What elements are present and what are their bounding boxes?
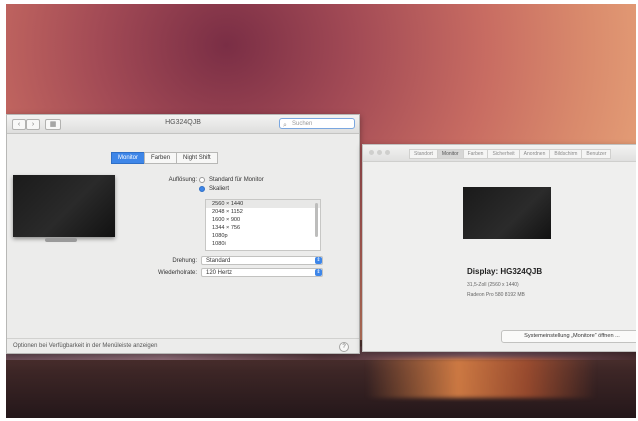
- display-info-window: Standort Monitor Farben Sicherheit Anord…: [362, 144, 636, 352]
- tab-bildschirm[interactable]: Bildschirm: [549, 149, 583, 159]
- popup-arrows-icon: ⇕: [315, 257, 322, 264]
- resolution-item[interactable]: 1080i: [206, 240, 320, 248]
- window-status-bar: Optionen bei Verfügbarkeit in der Menüle…: [7, 338, 359, 353]
- tab-benutzer[interactable]: Benutzer: [581, 149, 612, 159]
- toolbar-tabs: Standort Monitor Farben Sicherheit Anord…: [409, 149, 612, 159]
- resolution-scrollbar[interactable]: [315, 203, 318, 237]
- aufloesung-label: Auflösung:: [168, 177, 197, 183]
- radio-standard[interactable]: [199, 177, 205, 183]
- monitor-stand: [45, 238, 77, 242]
- sunlight-streak: [366, 358, 596, 398]
- resolution-item[interactable]: 2560 × 1440: [206, 200, 320, 208]
- display-resolution: 31,5-Zoll (2560 x 1440): [467, 282, 519, 288]
- drehung-popup[interactable]: Standard ⇕: [201, 256, 323, 265]
- close-button[interactable]: [369, 150, 374, 155]
- radio-standard-label: Standard für Monitor: [209, 177, 264, 183]
- wiederholrate-label: Wiederholrate:: [157, 270, 197, 276]
- resolution-item[interactable]: 1344 × 756: [206, 224, 320, 232]
- search-icon: ⌕: [283, 122, 287, 129]
- tab-monitor[interactable]: Monitor: [436, 149, 464, 159]
- tab-bar: Monitor Farben Night Shift: [111, 152, 218, 164]
- help-button[interactable]: ?: [339, 342, 349, 352]
- resolution-item[interactable]: 1080p: [206, 232, 320, 240]
- wiederholrate-value: 120 Hertz: [206, 270, 233, 276]
- tab-night-shift[interactable]: Night Shift: [176, 152, 218, 164]
- tab-anordnen[interactable]: Anordnen: [518, 149, 551, 159]
- tab-monitor[interactable]: Monitor: [111, 152, 146, 164]
- tab-standort[interactable]: Standort: [409, 149, 438, 159]
- display-graphics: Radeon Pro 580 8192 MB: [467, 292, 525, 298]
- radio-skaliert-label: Skaliert: [209, 186, 230, 192]
- tab-farben[interactable]: Farben: [144, 152, 178, 164]
- menubar-option-label: Optionen bei Verfügbarkeit in der Menüle…: [13, 343, 158, 349]
- display-preferences-window: ‹ › ▦ HG324QJB ⌕ Suchen Monitor Farben N…: [6, 114, 360, 354]
- tab-farben[interactable]: Farben: [462, 149, 489, 159]
- monitor-image: [13, 175, 115, 237]
- resolution-item[interactable]: 2048 × 1152: [206, 208, 320, 216]
- drehung-value: Standard: [206, 258, 231, 264]
- resolution-item[interactable]: 1600 × 900: [206, 216, 320, 224]
- display-image: [463, 187, 551, 239]
- popup-arrows-icon: ⇕: [315, 269, 322, 276]
- window-titlebar: ‹ › ▦ HG324QJB ⌕ Suchen: [7, 115, 359, 134]
- search-placeholder: Suchen: [292, 121, 313, 127]
- drehung-label: Drehung:: [172, 258, 197, 264]
- minimize-button[interactable]: [377, 150, 382, 155]
- display-title: Display: HG324QJB: [467, 267, 543, 276]
- zoom-button[interactable]: [385, 150, 390, 155]
- resolution-list[interactable]: 2560 × 1440 2048 × 1152 1600 × 900 1344 …: [205, 199, 321, 251]
- wiederholrate-popup[interactable]: 120 Hertz ⇕: [201, 268, 323, 277]
- window-toolbar: Standort Monitor Farben Sicherheit Anord…: [363, 145, 636, 162]
- radio-skaliert[interactable]: [199, 186, 205, 192]
- search-field[interactable]: ⌕ Suchen: [279, 118, 355, 129]
- open-display-preferences-button[interactable]: Systemeinstellung „Monitore“ öffnen ...: [501, 330, 636, 343]
- desktop-photo: ‹ › ▦ HG324QJB ⌕ Suchen Monitor Farben N…: [6, 4, 636, 418]
- tab-sicherheit[interactable]: Sicherheit: [487, 149, 520, 159]
